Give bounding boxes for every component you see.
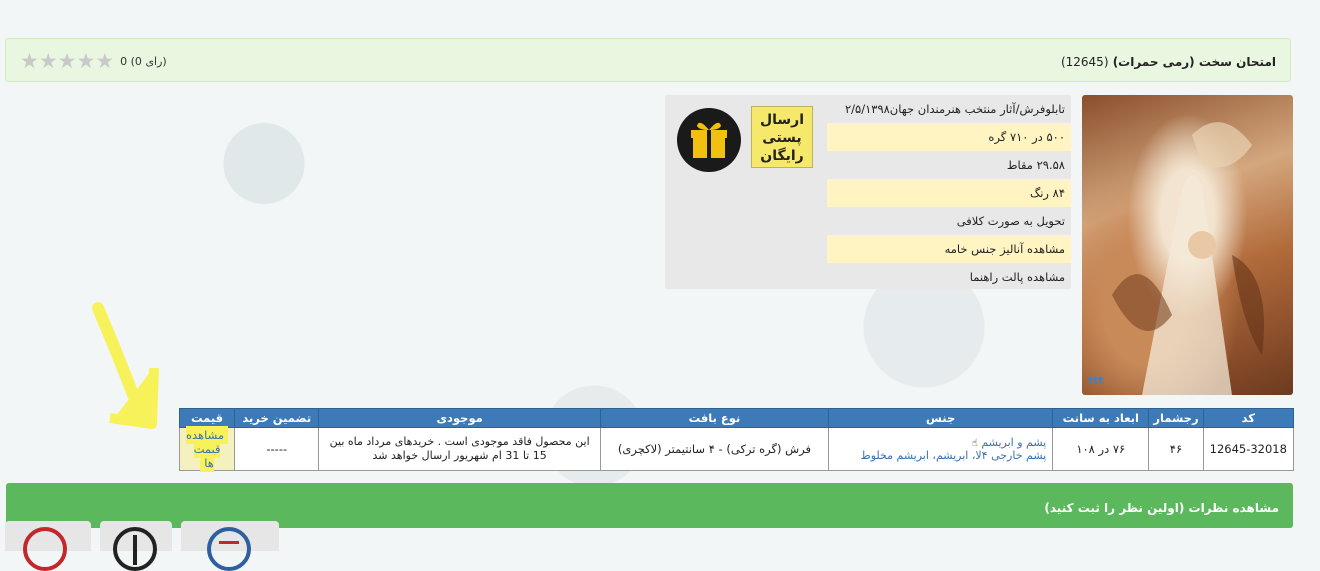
cell-weave: فرش (گره ترکی) - ۴ سانتیمتر (لاکچری)	[599, 427, 830, 471]
product-variant-table: کد رجشمار ابعاد به سانت جنس نوع بافت موج…	[178, 408, 1295, 472]
star-icon[interactable]: ★	[76, 51, 95, 72]
free-post-badge: ارسال پستی رایگان	[751, 106, 813, 168]
badge-line: ارسال	[759, 112, 805, 128]
rating-stars[interactable]: ★ ★ ★ ★ ★	[20, 51, 114, 72]
column-header-price: قیمت	[178, 408, 236, 428]
page-title: امتحان سخت (رمی حمرات) (12645)	[1061, 55, 1276, 69]
column-header-dimensions: ابعاد به سانت	[1052, 408, 1150, 428]
material-link[interactable]: پشم و ابریشم	[981, 436, 1046, 449]
comments-link[interactable]: مشاهده نظرات (اولین نظر را ثبت کنید)	[1044, 501, 1279, 515]
column-header-material: جنس	[828, 408, 1054, 428]
star-icon[interactable]: ★	[39, 51, 58, 72]
cell-stock: این محصول فاقد موجودی است . خریدهای مردا…	[318, 427, 601, 471]
spec-row: ۵۰۰ در ۷۱۰ گره	[827, 123, 1071, 151]
column-header-stock: موجودی	[318, 408, 601, 428]
cell-dimensions: ۷۶ در ۱۰۸	[1052, 427, 1150, 471]
settings-icon[interactable]	[23, 527, 67, 571]
rating-count: 0 (0 رای)	[120, 54, 167, 68]
product-code: (12645)	[1060, 55, 1109, 69]
rating: ★ ★ ★ ★ ★ 0 (0 رای)	[20, 51, 167, 72]
column-header-weave: نوع بافت	[599, 408, 830, 428]
cell-code: 12645-32018	[1202, 427, 1295, 471]
spec-list: تابلوفرش/آثار منتخب هنرمندان جهان۲/۵/۱۳۹…	[827, 95, 1071, 291]
gift-icon	[677, 108, 741, 172]
spec-row[interactable]: مشاهده پالت راهنما	[827, 263, 1071, 291]
painting-illustration	[1112, 122, 1264, 395]
cell-price: مشاهده قیمت ها	[178, 426, 236, 472]
badge-line: رایگان	[760, 148, 804, 164]
column-header-guarantee: تضمین خرید	[234, 408, 320, 428]
material-detail-link[interactable]: پشم خارجی ۴لا، ابریشم، ابریشم مخلوط	[835, 449, 1047, 462]
spec-row: ۲۹.۵۸ مقاط	[1006, 158, 1065, 172]
image-watermark: ttt	[1088, 374, 1104, 387]
star-icon[interactable]: ★	[58, 51, 77, 72]
product-image[interactable]: ttt	[1082, 95, 1293, 395]
column-header-count: رجشمار	[1148, 408, 1204, 428]
spec-row: ۸۴ رنگ	[827, 179, 1071, 207]
product-title-bar: امتحان سخت (رمی حمرات) (12645) ★ ★ ★ ★ ★…	[5, 38, 1291, 82]
table-row: 12645-32018 ۴۶ ۷۶ در ۱۰۸ پشم و ابریشم ☝ …	[178, 426, 1295, 472]
spec-row: تحویل به صورت کلافی	[956, 214, 1065, 228]
star-icon[interactable]: ★	[95, 51, 114, 72]
star-icon[interactable]: ★	[20, 51, 39, 72]
spec-row: تابلوفرش/آثار منتخب هنرمندان جهان۲/۵/۱۳۹…	[844, 102, 1065, 116]
product-title: امتحان سخت (رمی حمرات)	[1112, 55, 1276, 69]
badge-line: پستی	[762, 130, 802, 146]
spec-row[interactable]: مشاهده آنالیز جنس خامه	[827, 235, 1071, 263]
table-header-row: کد رجشمار ابعاد به سانت جنس نوع بافت موج…	[178, 408, 1295, 428]
hand-pointer-icon: ☝	[971, 438, 978, 449]
view-prices-link[interactable]: مشاهده قیمت ها	[185, 426, 229, 472]
list-icon[interactable]	[207, 527, 251, 571]
cell-count: ۴۶	[1148, 427, 1204, 471]
plus-icon[interactable]	[113, 527, 157, 571]
cell-guarantee: -----	[234, 427, 320, 471]
column-header-code: کد	[1202, 408, 1295, 428]
cell-material: پشم و ابریشم ☝ پشم خارجی ۴لا، ابریشم، اب…	[828, 427, 1054, 471]
